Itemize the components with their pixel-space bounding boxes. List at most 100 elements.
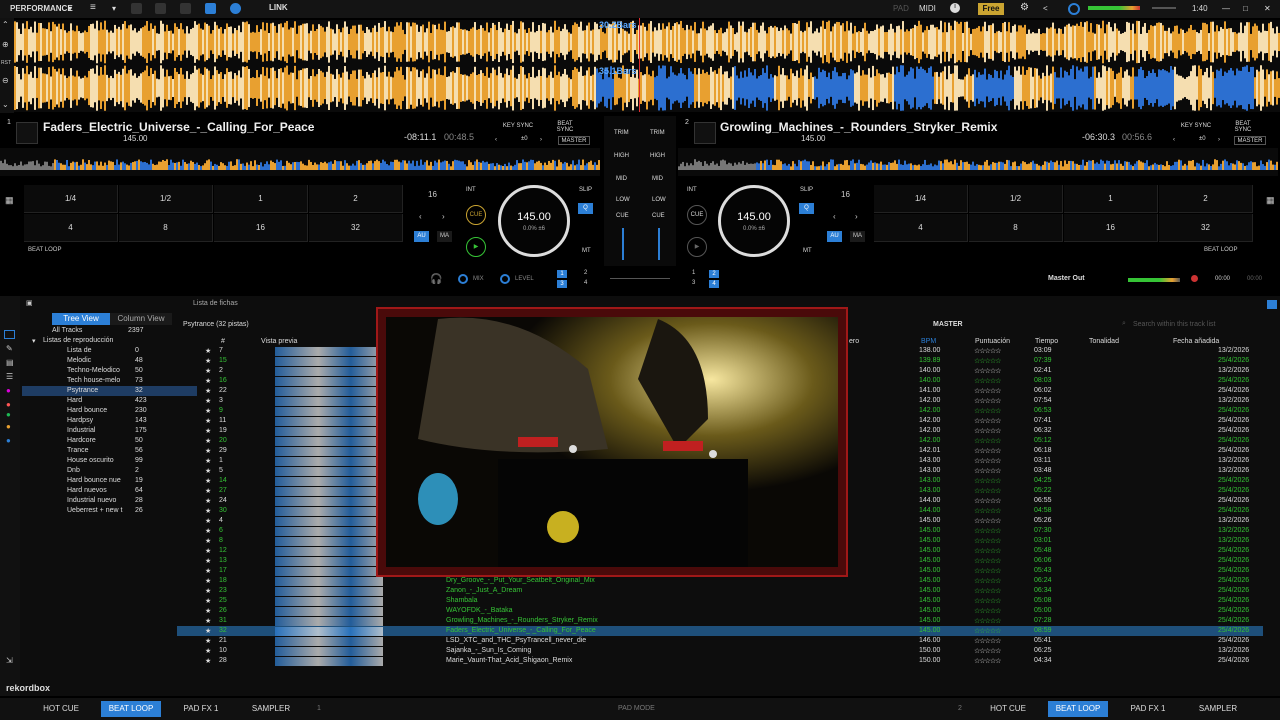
sync-icon[interactable]	[1068, 3, 1080, 15]
deck2-pad[interactable]: 16	[1064, 214, 1158, 242]
deck1-pad[interactable]: 8	[119, 214, 213, 242]
deck2-beat-loop-select[interactable]: BEAT LOOP	[1204, 247, 1237, 253]
master-track-select[interactable]: MASTER	[933, 321, 963, 328]
track-preview-waveform[interactable]	[275, 527, 383, 536]
deck2-beat-sync[interactable]: BEAT SYNC	[1228, 121, 1258, 133]
level-knob[interactable]	[500, 274, 510, 284]
tidal-icon[interactable]: ●	[6, 436, 11, 445]
tree-item-playlist[interactable]: Hardcore 50	[22, 436, 197, 446]
deck1-loop-double-button[interactable]: ›	[442, 212, 445, 221]
deck1-beat-sync[interactable]: BEAT SYNC	[550, 121, 580, 133]
deck-select-4[interactable]: 4	[584, 280, 587, 286]
track-row[interactable]: ★ 25 Shambala 145.00 ☆☆☆☆☆ 05:08 25/4/2026	[177, 596, 1263, 606]
tree-item-playlists[interactable]: ▾ Listas de reproducción	[22, 336, 197, 346]
deck1-beat-loop-select[interactable]: BEAT LOOP	[28, 247, 61, 253]
track-preview-waveform[interactable]	[275, 497, 383, 506]
tree-item-playlist[interactable]: House oscurito 99	[22, 456, 197, 466]
deck1-sampler-tab[interactable]: SAMPLER	[241, 701, 301, 717]
deck1-pad[interactable]: 16	[214, 214, 308, 242]
col-bpm[interactable]: BPM	[921, 338, 936, 345]
track-preview-waveform[interactable]	[275, 407, 383, 416]
tree-item-playlist[interactable]: Tech house-melo 73	[22, 376, 197, 386]
track-preview-waveform[interactable]	[275, 537, 383, 546]
fx-icon[interactable]	[131, 3, 142, 14]
col-num[interactable]: #	[221, 338, 225, 345]
tree-item-playlist[interactable]: Industrial nuevo 28	[22, 496, 197, 506]
track-preview-waveform[interactable]	[275, 487, 383, 496]
track-preview-waveform[interactable]	[275, 587, 383, 596]
track-preview-waveform[interactable]	[275, 517, 383, 526]
collection-icon[interactable]	[4, 330, 15, 339]
deck1-beat-loop-tab[interactable]: BEAT LOOP	[101, 701, 161, 717]
tree-item-playlist[interactable]: Techno-Melodico 50	[22, 366, 197, 376]
track-preview-waveform[interactable]	[275, 507, 383, 516]
maximize-icon[interactable]: □	[1243, 4, 1248, 13]
minimize-icon[interactable]: —	[1222, 4, 1230, 13]
deck1-overview-waveform[interactable]	[0, 148, 600, 176]
grid-icon[interactable]	[180, 3, 191, 14]
folder-icon[interactable]: ▤	[6, 358, 14, 367]
chevron-down-icon[interactable]: ⌄	[2, 100, 9, 109]
zoom-in-icon[interactable]: ⊕	[2, 40, 9, 49]
chevron-left-icon[interactable]: ‹	[495, 137, 497, 143]
deck2-beat-loop-tab[interactable]: BEAT LOOP	[1048, 701, 1108, 717]
track-row[interactable]: ★ 31 Growling_Machines_-_Rounders_Stryker_…	[177, 616, 1263, 626]
tree-item-playlist[interactable]: Lista de 0	[22, 346, 197, 356]
deck1-pad-fx-tab[interactable]: PAD FX 1	[171, 701, 231, 717]
crossfader[interactable]	[610, 278, 670, 279]
deck-select-1b[interactable]: 1	[692, 270, 695, 276]
deck1-pad[interactable]: 4	[24, 214, 118, 242]
record-icon[interactable]	[1191, 275, 1198, 282]
track-row[interactable]: ★ 32 Faders_Electric_Universe_-_Calling_Fo…	[177, 626, 1263, 636]
tree-item-playlist[interactable]: Hardpsy 143	[22, 416, 197, 426]
deck1-pad[interactable]: 32	[309, 214, 403, 242]
deck2-slip-button[interactable]: SLIP	[800, 187, 813, 193]
mode-select[interactable]: PERFORMANCE	[10, 4, 73, 13]
track-preview-waveform[interactable]	[275, 577, 383, 586]
col-preview[interactable]: Vista previa	[261, 338, 297, 345]
track-preview-waveform[interactable]	[275, 427, 383, 436]
link-button[interactable]: LINK	[269, 3, 288, 12]
ch2-fader[interactable]	[658, 228, 660, 260]
tree-item-playlist[interactable]: Psytrance 32	[22, 386, 197, 396]
deck-select-2b[interactable]: 2	[709, 270, 719, 278]
tree-item-playlist[interactable]: Hard bounce nue 19	[22, 476, 197, 486]
track-preview-waveform[interactable]	[275, 597, 383, 606]
chevron-down-icon[interactable]: ▾	[68, 4, 72, 13]
track-preview-waveform[interactable]	[275, 347, 383, 356]
track-preview-waveform[interactable]	[275, 377, 383, 386]
tree-item-playlist[interactable]: Trance 56	[22, 446, 197, 456]
deck-select-3b[interactable]: 3	[692, 280, 695, 286]
deck-select-2[interactable]: 2	[584, 270, 587, 276]
track-preview-waveform[interactable]	[275, 417, 383, 426]
panel-toggle-icon[interactable]	[1267, 300, 1277, 309]
track-row[interactable]: ★ 10 Sajanka_-_Sun_Is_Coming 150.00 ☆☆☆☆☆ 06:…	[177, 646, 1263, 656]
menu-icon[interactable]: ≡	[90, 2, 96, 13]
deck2-pad-toggle[interactable]: ▦	[1262, 185, 1280, 255]
deck2-pad[interactable]: 4	[874, 214, 968, 242]
reset-button[interactable]: RST	[1, 60, 11, 66]
info-icon[interactable]: i	[950, 3, 960, 13]
track-preview-waveform[interactable]	[275, 617, 383, 626]
deck2-int-select[interactable]: INT	[687, 187, 697, 193]
deck2-pad-fx-tab[interactable]: PAD FX 1	[1118, 701, 1178, 717]
tree-item-playlist[interactable]: Industrial 175	[22, 426, 197, 436]
ch2-cue-label[interactable]: CUE	[652, 213, 665, 219]
deck1-play-button[interactable]: ▶	[466, 237, 486, 257]
tracklist-tab[interactable]: Lista de fichas	[193, 300, 238, 307]
midi-button[interactable]: MIDI	[919, 4, 936, 13]
tree-item-playlist[interactable]: Melodic 48	[22, 356, 197, 366]
track-preview-waveform[interactable]	[275, 657, 383, 666]
deck2-pad[interactable]: 2	[1159, 185, 1253, 213]
track-preview-waveform[interactable]	[275, 567, 383, 576]
deck-select-1[interactable]: 1	[557, 270, 567, 278]
deck2-pad[interactable]: 1	[1064, 185, 1158, 213]
track-preview-waveform[interactable]	[275, 647, 383, 656]
deck2-loop-half-button[interactable]: ‹	[833, 212, 836, 221]
column-view-tab[interactable]: Column View	[110, 313, 172, 325]
track-row[interactable]: ★ 23 Zanon_-_Just_A_Dream 145.00 ☆☆☆☆☆ 06:34 2…	[177, 586, 1263, 596]
deck1-mt-button[interactable]: MT	[582, 248, 591, 254]
deck1-au-button[interactable]: AU	[414, 231, 429, 242]
deck2-ma-button[interactable]: MA	[850, 231, 865, 242]
mix-knob[interactable]	[458, 274, 468, 284]
